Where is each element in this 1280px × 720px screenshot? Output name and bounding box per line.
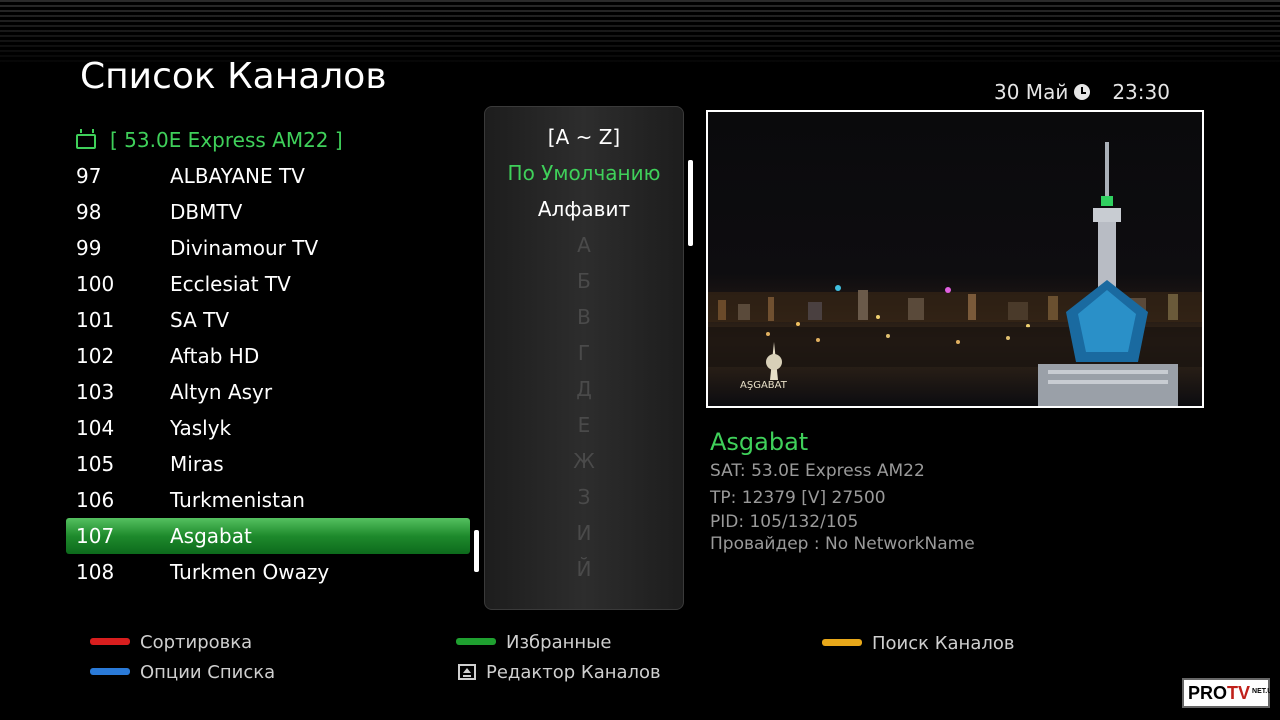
channel-name: SA TV xyxy=(170,308,230,332)
info-tp: TP: 12379 [V] 27500 xyxy=(710,488,886,508)
channel-name: Miras xyxy=(170,452,224,476)
channel-row[interactable]: 102 Aftab HD xyxy=(66,338,470,374)
page-title: Список Каналов xyxy=(80,56,387,97)
legend-channel-editor-label: Редактор Каналов xyxy=(486,662,661,683)
clock-icon xyxy=(1074,84,1091,100)
green-key-icon xyxy=(456,638,496,645)
channel-name: Altyn Asyr xyxy=(170,380,273,404)
channel-number: 100 xyxy=(76,272,115,296)
channel-number: 105 xyxy=(76,452,115,476)
channel-row[interactable]: 104 Yaslyk xyxy=(66,410,470,446)
channel-row[interactable]: 108 Turkmen Owazy xyxy=(66,554,470,590)
legend-favorites-label: Избранные xyxy=(506,632,612,653)
channel-row[interactable]: 98 DBMTV xyxy=(66,194,470,230)
info-channel-name: Asgabat xyxy=(710,428,809,456)
eject-icon xyxy=(458,664,476,680)
legend-list-options-label: Опции Списка xyxy=(140,662,276,683)
channel-row[interactable]: 107 Asgabat xyxy=(66,518,470,554)
satellite-header: [ 53.0E Express AM22 ] xyxy=(76,128,343,152)
channel-number: 107 xyxy=(76,524,115,548)
legend-sort[interactable]: Сортировка xyxy=(90,632,252,653)
channel-name: Yaslyk xyxy=(170,416,232,440)
sort-letter[interactable]: З xyxy=(485,485,683,509)
time-text: 23:30 xyxy=(1112,80,1170,104)
channel-row[interactable]: 100 Ecclesiat TV xyxy=(66,266,470,302)
channel-row[interactable]: 99 Divinamour TV xyxy=(66,230,470,266)
info-pid: PID: 105/132/105 xyxy=(710,512,859,532)
sort-panel-scrollbar[interactable] xyxy=(688,160,693,246)
sort-option[interactable]: По Умолчанию xyxy=(485,161,683,185)
channel-number: 102 xyxy=(76,344,115,368)
sort-letter[interactable]: Й xyxy=(485,557,683,581)
legend-sort-label: Сортировка xyxy=(140,632,253,653)
tv-icon xyxy=(76,134,96,149)
legend-channel-search[interactable]: Поиск Каналов xyxy=(822,633,1014,654)
channel-name: DBMTV xyxy=(170,200,243,224)
channel-list: 97 ALBAYANE TV 98 DBMTV 99 Divinamour TV 100 Ec… xyxy=(66,158,470,590)
channel-row[interactable]: 105 Miras xyxy=(66,446,470,482)
logo-tv: TV xyxy=(1227,683,1251,703)
channel-number: 106 xyxy=(76,488,115,512)
sort-letter[interactable]: И xyxy=(485,521,683,545)
sort-letter[interactable]: А xyxy=(485,233,683,257)
logo-suffix: NET.UA xyxy=(1252,688,1278,695)
channel-name: Turkmenistan xyxy=(170,488,305,512)
tower xyxy=(1038,142,1178,406)
channel-name: Divinamour TV xyxy=(170,236,319,260)
channel-number: 108 xyxy=(76,560,115,584)
channel-preview: AŞGABAT xyxy=(706,110,1204,408)
channel-name: Turkmen Owazy xyxy=(170,560,330,584)
channel-list-scrollbar[interactable] xyxy=(474,530,479,572)
channel-name: Ecclesiat TV xyxy=(170,272,291,296)
info-provider: Провайдер : No NetworkName xyxy=(710,534,975,554)
sort-letter[interactable]: Е xyxy=(485,413,683,437)
channel-row[interactable]: 103 Altyn Asyr xyxy=(66,374,470,410)
date-text: 30 Май xyxy=(994,80,1069,104)
sort-letter[interactable]: Д xyxy=(485,377,683,401)
sort-letter[interactable]: Б xyxy=(485,269,683,293)
legend-favorites[interactable]: Избранные xyxy=(456,632,611,653)
datetime: 30 Май 23:30 xyxy=(994,80,1170,104)
channel-number: 101 xyxy=(76,308,115,332)
legend-list-options[interactable]: Опции Списка xyxy=(90,662,275,683)
sort-option[interactable]: Алфавит xyxy=(485,197,683,221)
channel-name: ALBAYANE TV xyxy=(170,164,305,188)
sort-panel: [A ~ Z] По Умолчанию Алфавит А Б В Г Д Е Ж З И Й xyxy=(484,106,684,610)
channel-number: 103 xyxy=(76,380,115,404)
satellite-label: [ 53.0E Express AM22 ] xyxy=(110,128,343,152)
channel-number: 97 xyxy=(76,164,102,188)
red-key-icon xyxy=(90,638,130,645)
channel-number: 98 xyxy=(76,200,102,224)
header-stripes xyxy=(0,0,1280,62)
channel-row[interactable]: 106 Turkmenistan xyxy=(66,482,470,518)
channel-row[interactable]: 97 ALBAYANE TV xyxy=(66,158,470,194)
logo-pro: PRO xyxy=(1188,683,1228,703)
info-sat: SAT: 53.0E Express AM22 xyxy=(710,461,925,481)
legend-channel-editor[interactable]: Редактор Каналов xyxy=(458,662,661,683)
channel-name: Aftab HD xyxy=(170,344,260,368)
sort-letter[interactable]: Ж xyxy=(485,449,683,473)
channel-number: 104 xyxy=(76,416,115,440)
channel-row[interactable]: 101 SA TV xyxy=(66,302,470,338)
preview-image: AŞGABAT xyxy=(708,142,1202,406)
protv-logo: PROTV NET.UA xyxy=(1182,678,1277,708)
yellow-key-icon xyxy=(822,639,862,646)
blue-key-icon xyxy=(90,668,130,675)
channel-number: 99 xyxy=(76,236,102,260)
preview-caption: AŞGABAT xyxy=(740,380,788,391)
sort-letter[interactable]: Г xyxy=(485,341,683,365)
sort-letter[interactable]: В xyxy=(485,305,683,329)
legend-channel-search-label: Поиск Каналов xyxy=(872,633,1015,654)
sort-header: [A ~ Z] xyxy=(547,125,621,149)
channel-name: Asgabat xyxy=(170,524,252,548)
